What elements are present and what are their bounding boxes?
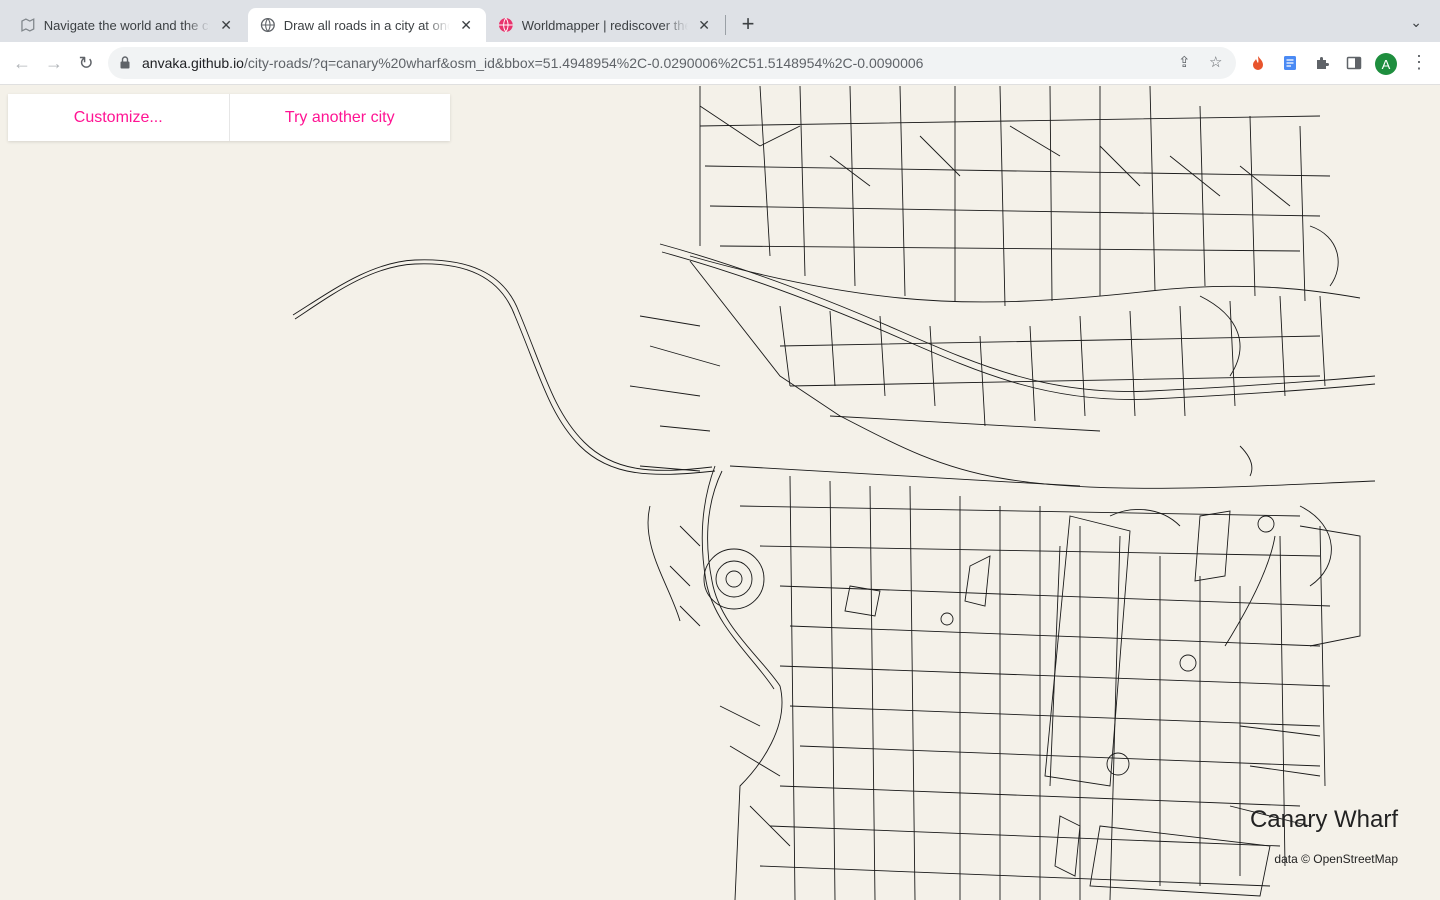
map-controls: Customize... Try another city	[8, 94, 450, 141]
browser-tab[interactable]: Worldmapper | rediscover the ✕	[486, 8, 724, 42]
road-map[interactable]	[0, 86, 1440, 900]
kebab-menu-icon[interactable]: ⋮	[1410, 52, 1428, 73]
tab-title: Worldmapper | rediscover the	[521, 17, 689, 33]
profile-avatar[interactable]: A	[1375, 53, 1397, 75]
back-arrow-icon[interactable]: ←	[10, 52, 34, 74]
globe-favicon-icon	[260, 17, 275, 33]
try-another-city-button[interactable]: Try another city	[228, 94, 451, 141]
url-text[interactable]: anvaka.github.io/city-roads/?q=canary%20…	[142, 55, 923, 71]
road-roundabout	[703, 548, 765, 610]
puzzle-extensions-icon[interactable]	[1311, 52, 1333, 74]
road-west-curve	[294, 263, 716, 475]
tab-title: Draw all roads in a city at once	[283, 17, 451, 33]
lock-icon[interactable]	[120, 56, 130, 69]
tab-separator	[725, 15, 726, 35]
map-favicon-icon	[21, 18, 35, 32]
close-tab-icon[interactable]: ✕	[218, 17, 234, 34]
document-extension-icon[interactable]	[1279, 52, 1301, 74]
map-attribution: data © OpenStreetMap	[1274, 852, 1398, 866]
url-path: /city-roads/?q=canary%20wharf&osm_id&bbo…	[243, 55, 924, 71]
chevron-down-icon[interactable]: ⌄	[1410, 14, 1422, 31]
fire-extension-icon[interactable]	[1247, 52, 1269, 74]
browser-tab-active[interactable]: Draw all roads in a city at once ✕	[248, 8, 486, 42]
road-west-curve-b	[292, 259, 713, 471]
tab-strip: Navigate the world and the cit ✕ Draw al…	[0, 0, 1440, 42]
tab-title: Navigate the world and the cit	[43, 17, 211, 33]
road-roundabout-inner	[715, 560, 753, 598]
close-tab-icon[interactable]: ✕	[458, 17, 474, 34]
side-panel-icon[interactable]	[1343, 52, 1365, 74]
customize-button[interactable]: Customize...	[8, 94, 229, 141]
share-icon[interactable]: ⇪	[1178, 53, 1191, 71]
road-north-curve	[689, 255, 1361, 303]
worldmapper-favicon-icon	[498, 17, 513, 33]
browser-tab[interactable]: Navigate the world and the cit ✕	[8, 8, 246, 42]
close-tab-icon[interactable]: ✕	[696, 17, 712, 34]
new-tab-icon[interactable]: +	[736, 12, 760, 36]
road-roundabout-core	[725, 570, 743, 588]
browser-toolbar: ← → ↻ anvaka.github.io/city-roads/?q=can…	[0, 42, 1440, 85]
address-bar[interactable]: anvaka.github.io/city-roads/?q=canary%20…	[108, 47, 1236, 79]
forward-arrow-icon[interactable]: →	[42, 52, 66, 74]
reload-icon[interactable]: ↻	[74, 52, 98, 74]
map-page: Customize... Try another city Canary Wha…	[0, 86, 1440, 900]
bookmark-star-icon[interactable]: ☆	[1209, 53, 1222, 71]
road-main-band	[659, 243, 1376, 392]
url-host: anvaka.github.io	[142, 55, 244, 71]
city-name-label: Canary Wharf	[1249, 806, 1398, 833]
